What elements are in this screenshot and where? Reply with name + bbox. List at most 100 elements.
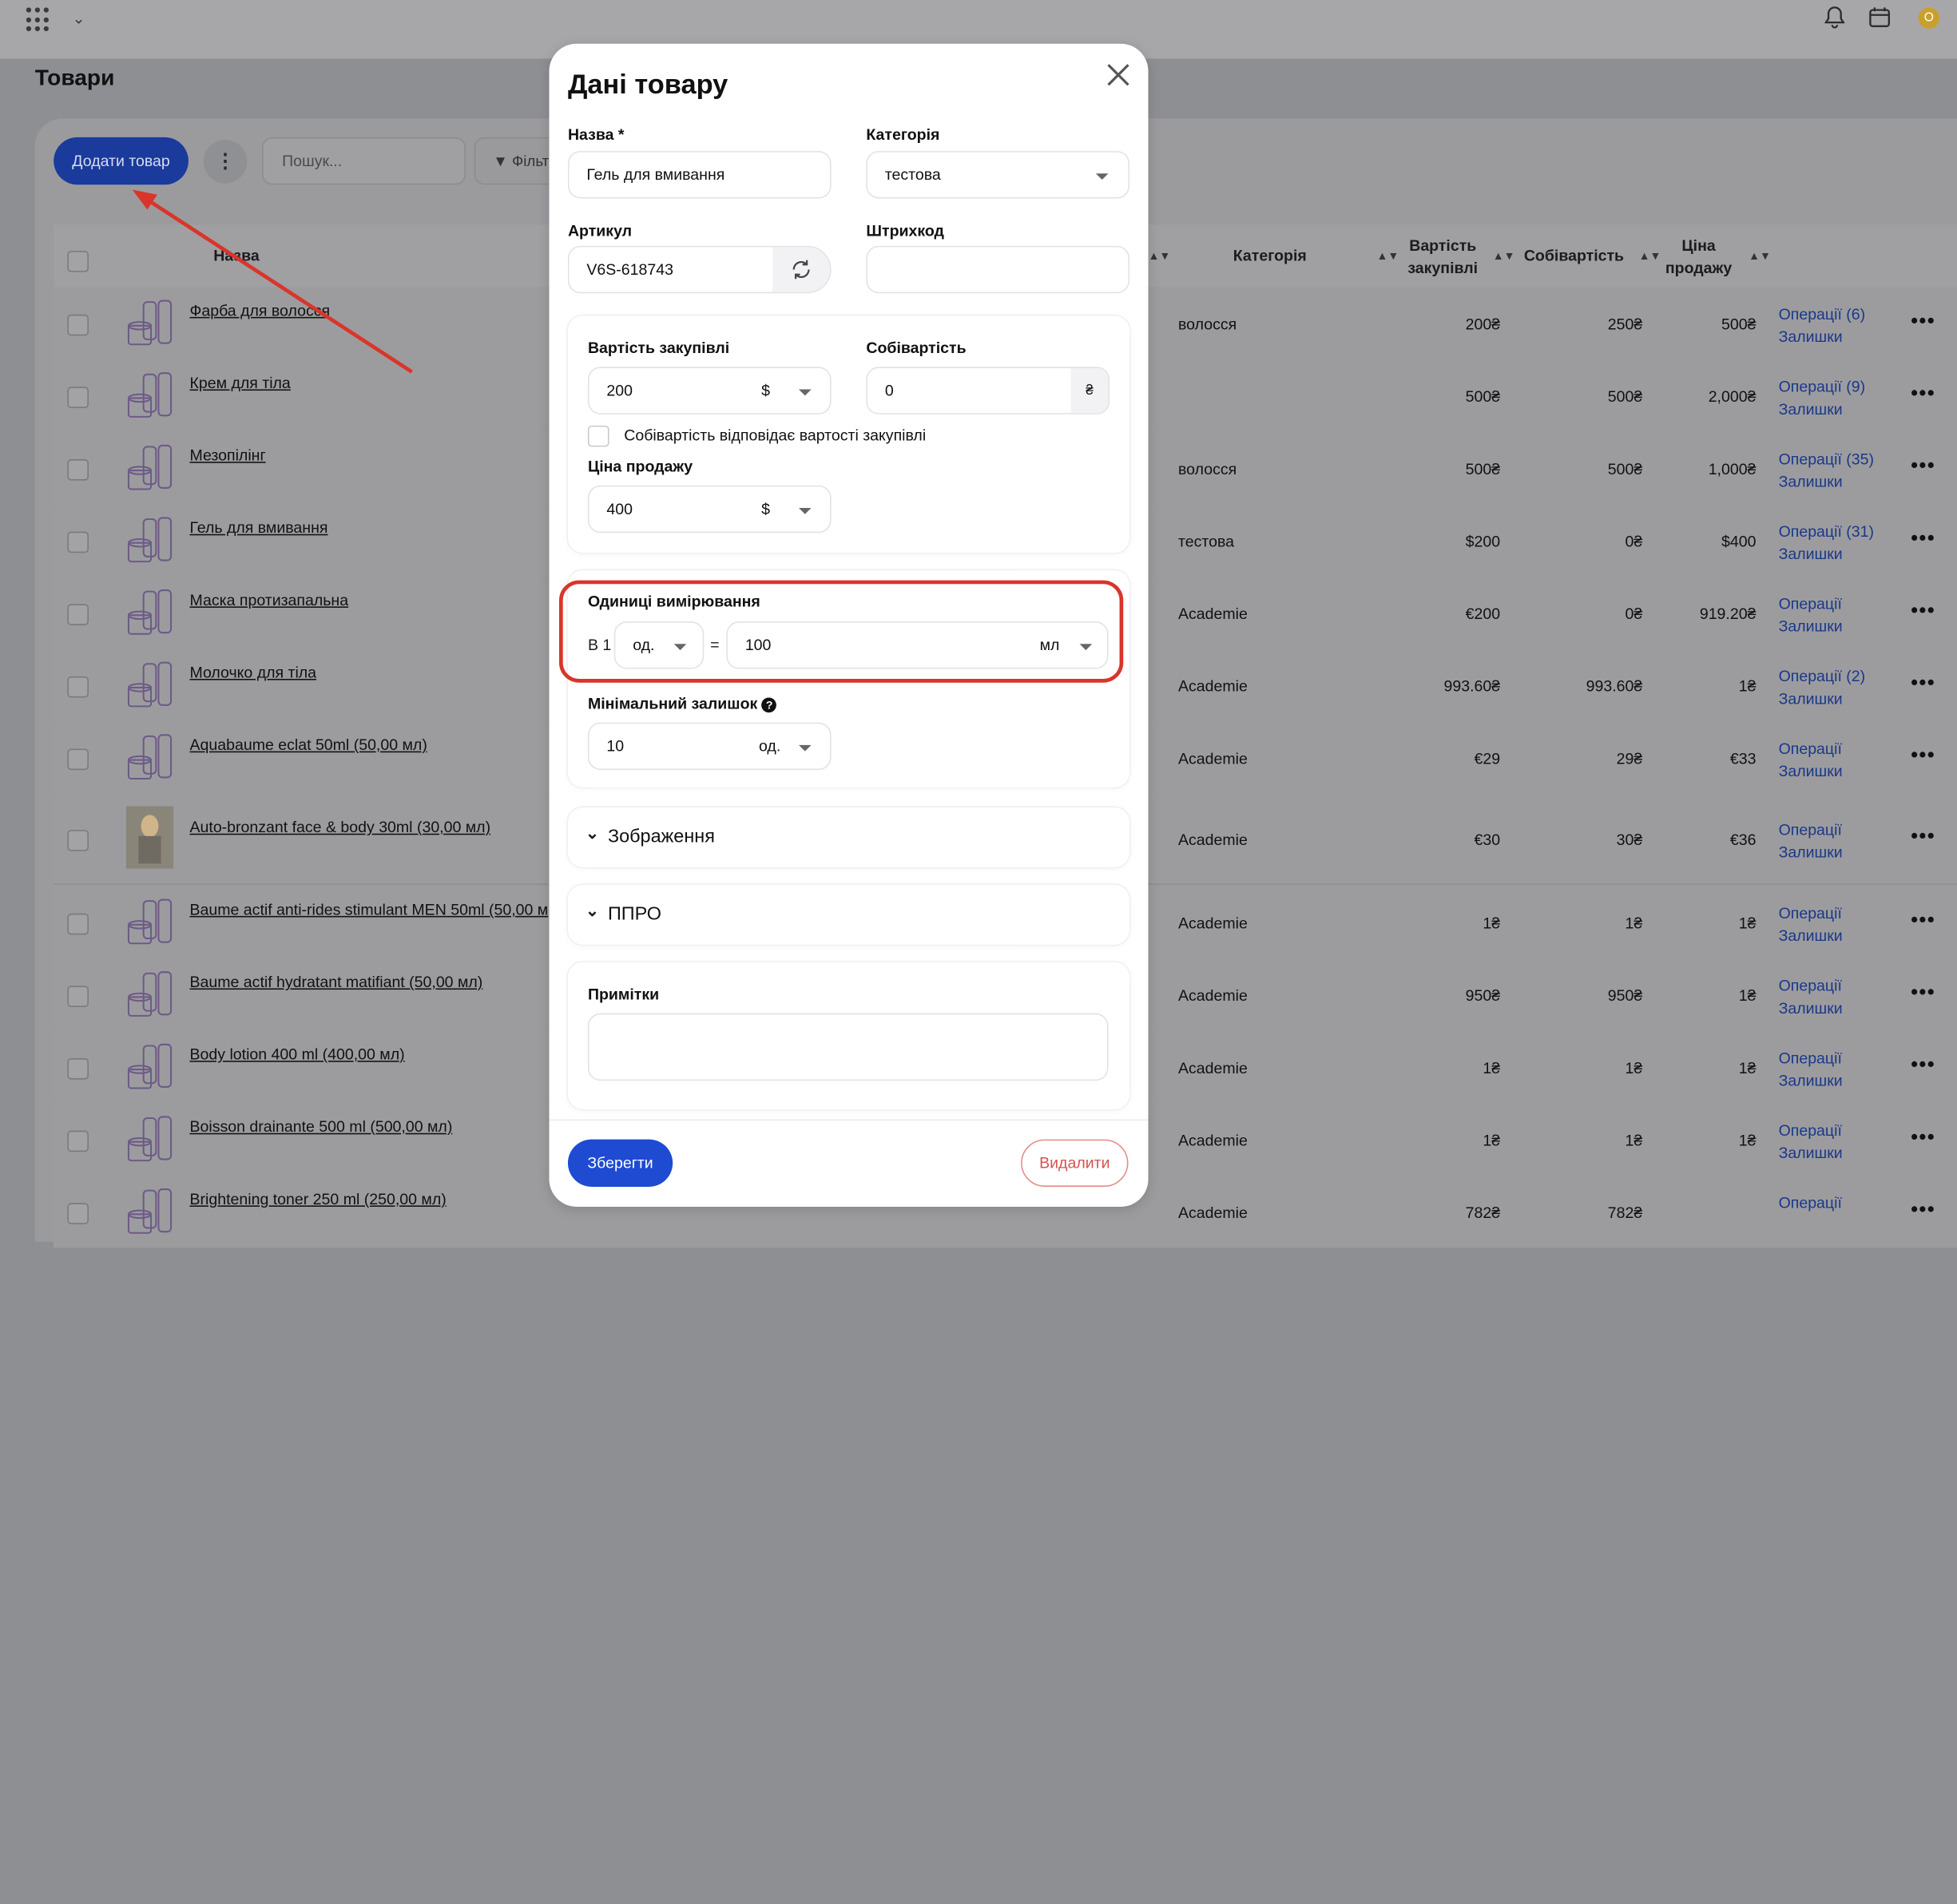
row-more-icon[interactable]: •••	[1911, 1200, 1935, 1222]
operations-link[interactable]: Операції (35)	[1779, 448, 1874, 470]
row-more-icon[interactable]: •••	[1911, 383, 1935, 406]
barcode-field[interactable]	[866, 245, 1130, 294]
operations-link[interactable]: Операції	[1779, 1047, 1843, 1069]
row-checkbox[interactable]	[67, 830, 89, 851]
caret-down-icon	[1095, 173, 1109, 180]
operations-link[interactable]: Операції (31)	[1779, 521, 1874, 543]
header-category[interactable]: Категорія	[1233, 247, 1307, 264]
price-currency[interactable]: $	[761, 486, 770, 531]
name-label: Назва *	[567, 125, 625, 144]
operations-link[interactable]: Операції	[1779, 593, 1843, 615]
refresh-icon[interactable]	[772, 247, 831, 292]
product-name-link[interactable]: Boisson drainante 500 ml (500,00 мл)	[190, 1118, 453, 1136]
sort-icon[interactable]: ▲▼	[1749, 246, 1771, 264]
purchase-currency[interactable]: $	[761, 368, 770, 413]
save-button[interactable]: Зберегти	[567, 1139, 673, 1187]
row-checkbox[interactable]	[67, 531, 89, 553]
name-field[interactable]: Гель для вмивання	[567, 151, 832, 199]
header-sale-price[interactable]: Ціна продажу	[1661, 235, 1737, 280]
product-name-link[interactable]: Маска протизапальна	[190, 592, 349, 609]
operations-link[interactable]: Операції (6)	[1779, 303, 1866, 326]
row-checkbox[interactable]	[67, 986, 89, 1007]
sort-icon[interactable]: ▲▼	[1376, 246, 1399, 264]
row-more-icon[interactable]: •••	[1911, 982, 1935, 1005]
row-more-icon[interactable]: •••	[1911, 1054, 1935, 1077]
avatar[interactable]: O	[1918, 7, 1940, 29]
cost-field[interactable]: 0 ₴	[866, 367, 1110, 415]
row-more-icon[interactable]: •••	[1911, 601, 1935, 623]
product-thumbnail	[125, 806, 174, 869]
stock-link[interactable]: Залишки	[1779, 398, 1866, 420]
operations-link[interactable]: Операції	[1779, 737, 1843, 760]
operations-link[interactable]: Операції (9)	[1779, 375, 1866, 398]
stock-link[interactable]: Залишки	[1779, 997, 1843, 1019]
row-checkbox[interactable]	[67, 459, 89, 481]
header-cost[interactable]: Собівартість	[1524, 247, 1624, 264]
sort-icon[interactable]: ▲▼	[1639, 246, 1661, 264]
stock-link[interactable]: Залишки	[1779, 1142, 1843, 1164]
operations-link[interactable]: Операції	[1779, 1192, 1842, 1214]
help-icon[interactable]: ?	[761, 697, 777, 713]
images-section[interactable]: ⌄ Зображення	[567, 807, 1130, 867]
operations-link[interactable]: Операції	[1779, 974, 1843, 997]
category-select[interactable]: тестова	[866, 151, 1130, 199]
product-name-link[interactable]: Гель для вмивання	[190, 519, 328, 537]
product-name-link[interactable]: Aquabaume eclat 50ml (50,00 мл)	[190, 736, 427, 754]
row-checkbox[interactable]	[67, 913, 89, 935]
notes-textarea[interactable]	[587, 1013, 1109, 1081]
row-checkbox[interactable]	[67, 1058, 89, 1080]
calendar-icon[interactable]	[1868, 6, 1891, 29]
row-checkbox[interactable]	[67, 1130, 89, 1152]
sort-icon[interactable]: ▲▼	[1149, 246, 1171, 264]
caret-down-icon	[799, 507, 812, 514]
product-name-link[interactable]: Baume actif anti-rides stimulant MEN 50m…	[190, 901, 549, 918]
row-more-icon[interactable]: •••	[1911, 528, 1935, 550]
product-name-link[interactable]: Мезопілінг	[190, 446, 266, 464]
row-category: Academie	[1178, 1059, 1248, 1077]
delete-button[interactable]: Видалити	[1021, 1139, 1129, 1187]
product-name-link[interactable]: Brightening toner 250 ml (250,00 мл)	[190, 1191, 447, 1208]
row-more-icon[interactable]: •••	[1911, 1127, 1935, 1149]
stock-link[interactable]: Залишки	[1779, 925, 1843, 947]
product-name-link[interactable]: Auto-bronzant face & body 30ml (30,00 мл…	[190, 819, 491, 836]
product-name-link[interactable]: Body lotion 400 ml (400,00 мл)	[190, 1045, 405, 1063]
row-more-icon[interactable]: •••	[1911, 745, 1935, 768]
row-more-icon[interactable]: •••	[1911, 672, 1935, 695]
min-stock-field[interactable]: 10 од.	[587, 722, 832, 771]
stock-link[interactable]: Залишки	[1779, 470, 1874, 493]
header-purchase-cost[interactable]: Вартість закупівлі	[1402, 235, 1484, 280]
close-icon[interactable]	[1105, 61, 1132, 89]
operations-link[interactable]: Операції (2)	[1779, 665, 1866, 688]
bell-icon[interactable]	[1824, 6, 1845, 29]
stock-link[interactable]: Залишки	[1779, 326, 1866, 348]
stock-link[interactable]: Залишки	[1779, 1069, 1843, 1092]
stock-link[interactable]: Залишки	[1779, 841, 1843, 863]
product-name-link[interactable]: Baume actif hydratant matifiant (50,00 м…	[190, 974, 483, 991]
row-price: €33	[1729, 750, 1757, 768]
row-checkbox[interactable]	[67, 676, 89, 698]
sku-field[interactable]: V6S-618743	[567, 245, 832, 294]
row-checkbox[interactable]	[67, 748, 89, 771]
stock-link[interactable]: Залишки	[1779, 760, 1843, 783]
ppro-section[interactable]: ⌄ ППРО	[567, 884, 1130, 945]
sort-icon[interactable]: ▲▼	[1493, 246, 1515, 264]
min-stock-unit[interactable]: од.	[759, 724, 780, 768]
operations-link[interactable]: Операції	[1779, 902, 1843, 925]
row-checkbox[interactable]	[67, 1203, 89, 1224]
same-cost-checkbox[interactable]	[587, 425, 609, 447]
row-more-icon[interactable]: •••	[1911, 311, 1935, 333]
stock-link[interactable]: Залишки	[1779, 615, 1843, 637]
sku-label: Артикул	[567, 222, 633, 240]
row-checkbox[interactable]	[67, 604, 89, 625]
price-field[interactable]: 400 $	[587, 485, 832, 534]
stock-link[interactable]: Залишки	[1779, 543, 1874, 565]
operations-link[interactable]: Операції	[1779, 1120, 1843, 1142]
product-name-link[interactable]: Молочко для тіла	[190, 664, 317, 681]
row-purchase: 1₴	[1483, 914, 1501, 933]
row-more-icon[interactable]: •••	[1911, 826, 1935, 848]
purchase-field[interactable]: 200 $	[587, 367, 832, 415]
row-more-icon[interactable]: •••	[1911, 910, 1935, 932]
operations-link[interactable]: Операції	[1779, 819, 1843, 841]
stock-link[interactable]: Залишки	[1779, 688, 1866, 710]
row-more-icon[interactable]: •••	[1911, 455, 1935, 478]
